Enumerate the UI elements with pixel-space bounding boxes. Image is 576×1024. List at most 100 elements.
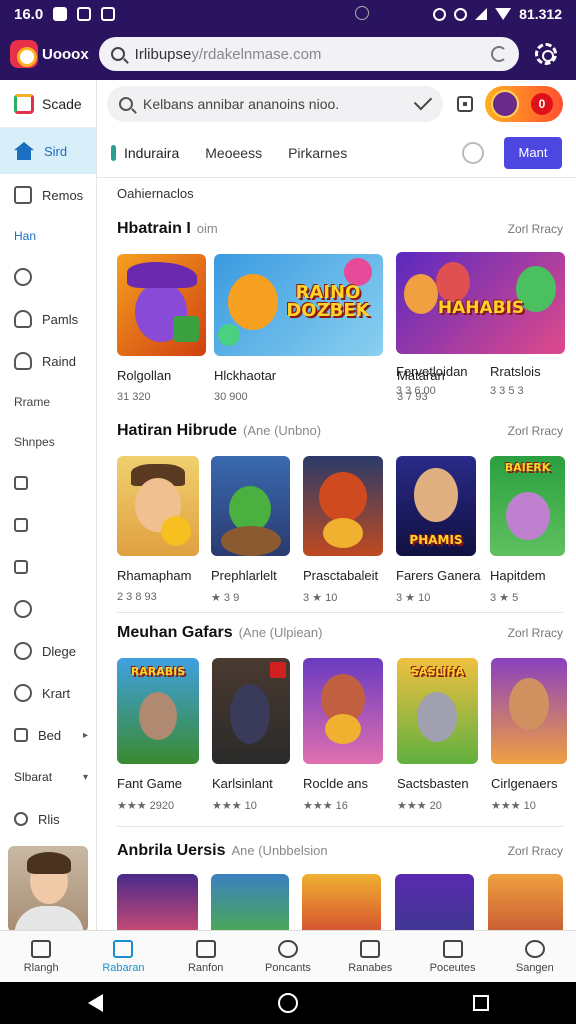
game-thumbnail: PHAMIS	[396, 456, 476, 556]
game-card[interactable]: PHAMIS Farers Ganera 3 ★ 10	[396, 456, 490, 604]
game-card[interactable]: Prasctabaleit 3 ★ 10	[303, 456, 396, 604]
game-card[interactable]: Rhamapham 2 3 8 93	[117, 456, 211, 604]
sidebar-item-dlege[interactable]: Dlege	[0, 630, 96, 672]
promo-button[interactable]: 0	[485, 86, 563, 122]
circle-icon	[14, 642, 32, 660]
sidebar-item-krart[interactable]: Krart	[0, 672, 96, 714]
bottom-nav-item[interactable]: Poceutes	[411, 931, 493, 982]
sidebar-item-raind[interactable]: Raind	[0, 340, 96, 382]
game-thumbnail[interactable]	[301, 874, 381, 930]
bottom-nav-item[interactable]: Rlangh	[0, 931, 82, 982]
game-card[interactable]: SASLIHA Sactsbasten ★★★ 20	[397, 658, 491, 812]
game-thumbnail-featured[interactable]: HAHABIS	[396, 252, 565, 354]
cast-icon[interactable]	[457, 96, 473, 112]
main-action-button[interactable]: Mant	[504, 136, 562, 169]
reload-icon[interactable]	[490, 46, 507, 62]
app-logo[interactable]: Uooox	[10, 40, 89, 68]
art-text: SASLIHA	[410, 665, 465, 678]
clock-icon	[14, 268, 32, 286]
sidebar-item-calendar[interactable]	[0, 462, 96, 504]
grid-icon	[113, 939, 134, 958]
tab-meoeess[interactable]: Meoeess	[205, 145, 262, 161]
voice-check-icon[interactable]	[413, 91, 433, 111]
sidebar-item-chat[interactable]	[0, 588, 96, 630]
game-card[interactable]: RAINO DOZBEK Hlckhaotar 30 900	[214, 254, 397, 403]
game-thumbnail	[117, 456, 199, 556]
back-icon[interactable]	[87, 994, 103, 1012]
game-title: Prasctabaleit	[303, 568, 379, 583]
promo-avatar	[491, 90, 519, 118]
url-text[interactable]: Irlibupsey/rdakelnmase.com	[135, 46, 481, 63]
game-card[interactable]: Cirlgenaers ★★★ 10	[491, 658, 567, 812]
signal-icon	[475, 8, 488, 20]
game-thumbnail[interactable]	[487, 874, 563, 930]
game-meta: 3 ★ 10	[303, 592, 338, 604]
tab-induraira[interactable]: Induraira	[111, 144, 179, 161]
game-meta: 2 3 8 93	[117, 591, 157, 603]
profile-icon	[524, 939, 545, 958]
sidebar: Scade Sird Remos Han Pamls Raind Rrame S…	[0, 80, 97, 932]
gear-icon[interactable]	[534, 43, 557, 65]
game-thumbnail	[303, 456, 383, 556]
status-time: 16.0	[14, 5, 44, 23]
person-icon	[14, 310, 32, 328]
sidebar-item-pamls[interactable]: Pamls	[0, 298, 96, 340]
game-thumbnail[interactable]	[394, 874, 474, 930]
tab-pirkarnes[interactable]: Pirkarnes	[288, 145, 347, 161]
bottom-nav-label: Rlangh	[23, 961, 59, 974]
section-subtitle: (Ane (Unbno)	[243, 423, 322, 438]
image-icon	[14, 186, 32, 204]
game-meta: 3 ★ 10	[396, 592, 431, 604]
wifi-icon	[495, 8, 512, 20]
tab-label: Meoeess	[205, 144, 263, 161]
search-icon	[119, 97, 133, 111]
url-bar[interactable]: Irlibupsey/rdakelnmase.com	[98, 37, 519, 71]
sidebar-item-home[interactable]: Sird	[0, 128, 96, 174]
see-more-link[interactable]: Zorl Rracy	[508, 222, 563, 236]
bottom-nav-item[interactable]: Poncants	[247, 931, 329, 982]
table-icon	[360, 939, 381, 958]
battery-text: 81.312	[519, 6, 562, 22]
game-title[interactable]: Fervetloidan	[396, 364, 468, 379]
sidebar-item-label: Rlis	[38, 811, 60, 827]
bottom-nav-item[interactable]: Ranabes	[329, 931, 411, 982]
game-section: Anbrila Uersis Ane (Unbbelsion Zorl Rrac…	[117, 842, 563, 930]
game-title: Fant Game	[117, 776, 183, 791]
game-thumbnail: SASLIHA	[397, 658, 478, 764]
sidebar-item-bed[interactable]: Bed ▸	[0, 714, 96, 756]
game-thumbnail[interactable]	[210, 874, 289, 930]
game-meta: 3 3 6.00	[396, 385, 436, 397]
sidebar-item-box[interactable]	[0, 546, 96, 588]
bottom-nav-item[interactable]: Ranfon	[165, 931, 247, 982]
sidebar-item-remos[interactable]: Remos	[0, 174, 96, 216]
game-thumbnail	[491, 658, 567, 764]
sidebar-section-slbarat[interactable]: Slbarat ▾	[0, 756, 96, 798]
sidebar-item-rlis[interactable]: Rlis	[0, 798, 96, 840]
bottom-nav-item[interactable]: Sangen	[494, 931, 576, 982]
sidebar-header[interactable]: Scade	[0, 80, 96, 128]
game-thumbnail[interactable]	[117, 874, 198, 930]
see-more-link[interactable]: Zorl Rracy	[508, 844, 563, 858]
help-icon[interactable]	[462, 141, 484, 164]
see-more-link[interactable]: Zorl Rracy	[508, 626, 563, 640]
game-card[interactable]: Karlsinlant ★★★ 10	[212, 658, 303, 812]
game-card[interactable]: Rolgollan 31 320	[117, 254, 214, 403]
search-input[interactable]: Kelbans annibar ananoins nioo.	[107, 86, 443, 122]
sidebar-item-clock[interactable]	[0, 256, 96, 298]
bottom-nav-item-active[interactable]: Rabaran	[82, 931, 164, 982]
sidebar-item-edit[interactable]	[0, 504, 96, 546]
game-meta: 30 900	[214, 391, 248, 403]
game-title[interactable]: Rratslois	[490, 364, 541, 379]
recents-icon[interactable]	[472, 995, 489, 1011]
home-button-icon[interactable]	[277, 993, 298, 1013]
game-card[interactable]: RARABIS Fant Game ★★★ 2920	[117, 658, 212, 812]
game-thumbnail: RAINO DOZBEK	[214, 254, 383, 356]
avatar[interactable]	[8, 846, 88, 932]
game-card[interactable]: BAIERK Hapitdem 3 ★ 5	[490, 456, 565, 604]
notification-badge: 0	[531, 93, 553, 115]
sidebar-section-title: Rrame	[14, 395, 51, 409]
system-nav-bar	[0, 982, 576, 1024]
see-more-link[interactable]: Zorl Rracy	[508, 424, 563, 438]
game-card[interactable]: Prephlarlelt ★ 3 9	[211, 456, 303, 604]
game-card[interactable]: Roclde ans ★★★ 16	[303, 658, 397, 812]
